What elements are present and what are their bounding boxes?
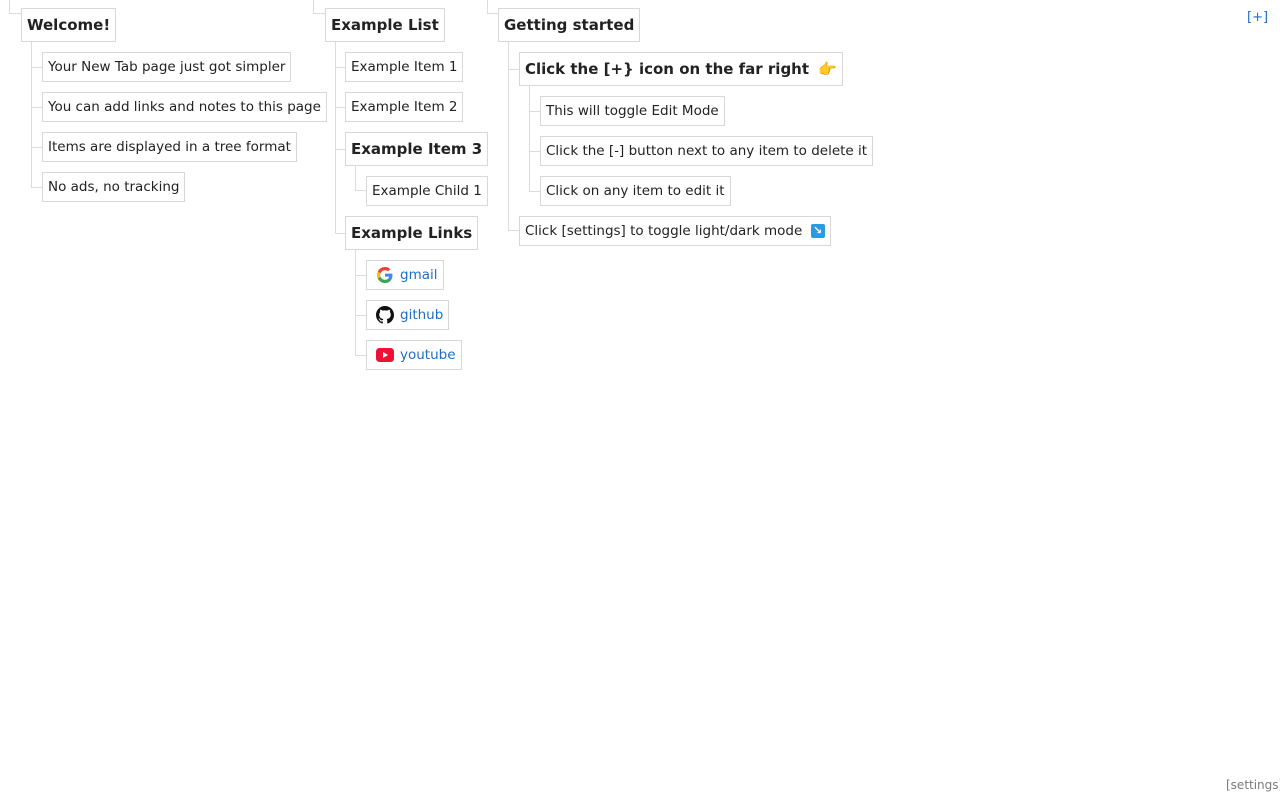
- group-title-example-item-3[interactable]: Example Item 3: [345, 132, 489, 166]
- github-icon: [376, 306, 394, 324]
- list-item[interactable]: Items are displayed in a tree format: [42, 132, 297, 162]
- list-item[interactable]: No ads, no tracking: [42, 172, 186, 202]
- list-item[interactable]: Your New Tab page just got simpler: [42, 52, 292, 82]
- list-item[interactable]: You can add links and notes to this page: [42, 92, 327, 122]
- link-gmail[interactable]: gmail: [366, 260, 444, 290]
- list-item[interactable]: Example Item 1: [345, 52, 464, 82]
- link-label: youtube: [400, 347, 456, 363]
- edit-mode-toggle-button[interactable]: [+]: [1247, 10, 1268, 25]
- column-title-example-list[interactable]: Example List: [325, 8, 445, 42]
- child-item[interactable]: Click the [-] button next to any item to…: [540, 136, 874, 166]
- link-label: gmail: [400, 267, 438, 283]
- child-item[interactable]: Click on any item to edit it: [540, 176, 731, 206]
- link-label: github: [400, 307, 444, 323]
- list-item-text: Click [settings] to toggle light/dark mo…: [525, 223, 803, 239]
- child-item[interactable]: Example Child 1: [366, 176, 488, 206]
- youtube-icon: [376, 346, 394, 364]
- child-item[interactable]: This will toggle Edit Mode: [540, 96, 725, 126]
- google-icon: [376, 266, 394, 284]
- link-github[interactable]: github: [366, 300, 450, 330]
- group-title-text: Click the [+} icon on the far right: [525, 60, 810, 78]
- pointing-hand-icon: 👉: [818, 60, 837, 78]
- settings-button[interactable]: [settings]: [1226, 778, 1280, 792]
- column-title-getting-started[interactable]: Getting started: [498, 8, 641, 42]
- column-title-welcome[interactable]: Welcome!: [21, 8, 117, 42]
- list-item[interactable]: Example Item 2: [345, 92, 464, 122]
- link-youtube[interactable]: youtube: [366, 340, 462, 370]
- arrow-down-right-icon: ↘: [810, 224, 825, 238]
- group-title-click-plus[interactable]: Click the [+} icon on the far right 👉: [519, 52, 843, 86]
- list-item-settings-hint[interactable]: Click [settings] to toggle light/dark mo…: [519, 216, 831, 246]
- group-title-example-links[interactable]: Example Links: [345, 216, 479, 250]
